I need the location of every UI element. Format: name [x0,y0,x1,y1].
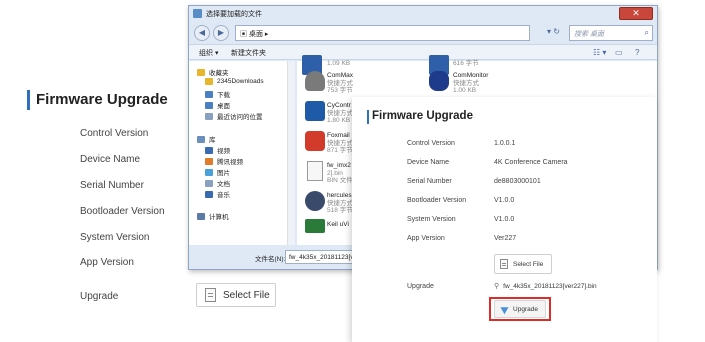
nav-item-music[interactable]: 音乐 [205,189,230,199]
hercules-icon [305,191,325,211]
search-input[interactable]: 搜索 桌面 ⌕ [569,25,653,41]
folder-icon [205,78,213,85]
nav-item-libraries[interactable]: 库 [197,134,216,144]
file-item[interactable]: ComMax 快捷方式 753 字节 [327,72,353,95]
library-icon [197,135,205,143]
file-item[interactable]: Keil uVi [327,221,349,229]
select-file-button[interactable]: Select File [494,254,552,274]
computer-icon [197,212,205,220]
search-icon: ⌕ [644,28,649,37]
page-title: Firmware Upgrade [36,91,168,108]
keil-icon [305,219,325,233]
title-accent-bar [367,110,369,124]
star-icon [197,68,205,76]
paper-plane-icon [500,303,511,315]
file-item[interactable]: CyContr 快捷方式 1.80 KB [327,102,353,125]
select-file-button[interactable]: Select File [196,283,276,307]
value-control-version: 1.0.0.1 [494,140,516,147]
label-bootloader-version: Bootloader Version [80,206,165,217]
back-firmware-panel: Firmware Upgrade Control Version Device … [0,60,190,320]
label-app-version: App Version [80,257,134,268]
label-system-version: System Version [407,216,456,223]
preview-pane-icon[interactable]: ▭ [615,48,623,57]
label-system-version: System Version [80,232,150,243]
nav-item-documents[interactable]: 文档 [205,178,230,188]
dialog-titlebar: 选择要加载的文件 ✕ [189,6,657,22]
value-app-version: Ver227 [494,235,517,242]
value-system-version: V1.0.0 [494,216,515,223]
video-icon [205,146,213,154]
bin-file-icon [307,161,323,181]
dialog-toolbar: 组织 ▾ 新建文件夹 ☷ ▾ ▭ ? [189,44,657,60]
label-control-version: Control Version [80,128,149,139]
commonitor-icon [429,71,449,91]
file-item[interactable]: ComMonitor 快捷方式 1.00 KB [453,72,488,95]
dialog-title: 选择要加载的文件 [206,11,262,18]
new-folder-button[interactable]: 新建文件夹 [231,48,266,58]
value-serial-number: de8803000101 [494,178,541,185]
refresh-icon[interactable]: ▾ ↻ [547,27,560,36]
nav-item-downloads[interactable]: 下载 [205,89,230,99]
nav-scrollbar[interactable] [287,61,295,245]
nav-item-computer[interactable]: 计算机 [197,211,229,221]
documents-icon [205,179,213,187]
nav-item-videos[interactable]: 视频 [205,145,230,155]
cycontrol-icon [305,101,325,121]
nav-item-desktop[interactable]: 桌面 [205,100,230,110]
select-file-label: Select File [223,289,270,301]
tencent-video-icon [205,157,213,165]
label-upgrade: Upgrade [407,283,434,290]
label-device-name: Device Name [407,159,450,166]
close-button[interactable]: ✕ [619,7,653,20]
path-input[interactable]: ▣ 桌面 ▸ [235,25,530,41]
navigation-pane: 收藏夹 2345Downloads 下载 桌面 最近访问的位置 库 视频 腾讯视… [189,61,289,245]
music-icon [205,190,213,198]
value-bootloader-version: V1.0.0 [494,197,515,204]
label-upgrade: Upgrade [80,291,119,302]
label-app-version: App Version [407,235,445,242]
file-icon [205,288,216,302]
paperclip-icon: ⚲ [494,283,500,290]
file-item-firmware[interactable]: fw_imx2 2].bin BIN 文件 [327,162,353,185]
upgrade-button-label: Upgrade [513,305,538,313]
nav-item-pictures[interactable]: 图片 [205,167,230,177]
label-control-version: Control Version [407,140,455,147]
title-accent-bar [27,90,30,110]
label-bootloader-version: Bootloader Version [407,197,467,204]
download-folder-icon [205,90,213,98]
nav-item-downloads-2345[interactable]: 2345Downloads [205,78,264,85]
desktop-icon [205,101,213,109]
commax-icon [305,71,325,91]
selected-file: ⚲ fw_4k35x_20181123[ver227].bin [494,282,597,290]
nav-item-favorites[interactable]: 收藏夹 [197,67,229,77]
file-item[interactable]: Foxmail 快捷方式 871 字节 [327,132,353,155]
file-icon [500,259,508,269]
recent-places-icon [205,112,213,120]
file-item[interactable]: hercules 快捷方式 518 字节 [327,192,353,215]
label-serial-number: Serial Number [80,180,144,191]
pictures-icon [205,168,213,176]
label-device-name: Device Name [80,154,141,165]
label-serial-number: Serial Number [407,178,452,185]
organize-menu[interactable]: 组织 ▾ [199,48,218,58]
help-icon[interactable]: ? [635,48,639,57]
forward-arrow-icon[interactable]: ▶ [213,25,229,41]
foxmail-icon [305,131,325,151]
page-title: Firmware Upgrade [372,110,473,122]
back-arrow-icon[interactable]: ◀ [194,25,210,41]
file-item[interactable]: 1.09 KB [327,60,350,68]
folder-icon [193,9,202,18]
view-options-icon[interactable]: ☷ ▾ [593,48,606,57]
selected-file-name: fw_4k35x_20181123[ver227].bin [503,283,597,290]
nav-item-recent[interactable]: 最近访问的位置 [205,111,263,121]
filename-label: 文件名(N): [255,256,286,263]
value-device-name: 4K Conference Camera [494,159,568,166]
nav-item-tencent-video[interactable]: 腾讯视频 [205,156,243,166]
file-item[interactable]: 616 字节 [453,60,479,68]
address-bar: ◀ ▶ ▣ 桌面 ▸ ▾ ↻ 搜索 桌面 ⌕ [189,22,657,44]
front-firmware-panel: Firmware Upgrade Control Version 1.0.0.1… [352,97,657,342]
select-file-label: Select File [513,260,544,268]
upgrade-button[interactable]: Upgrade [494,300,546,318]
